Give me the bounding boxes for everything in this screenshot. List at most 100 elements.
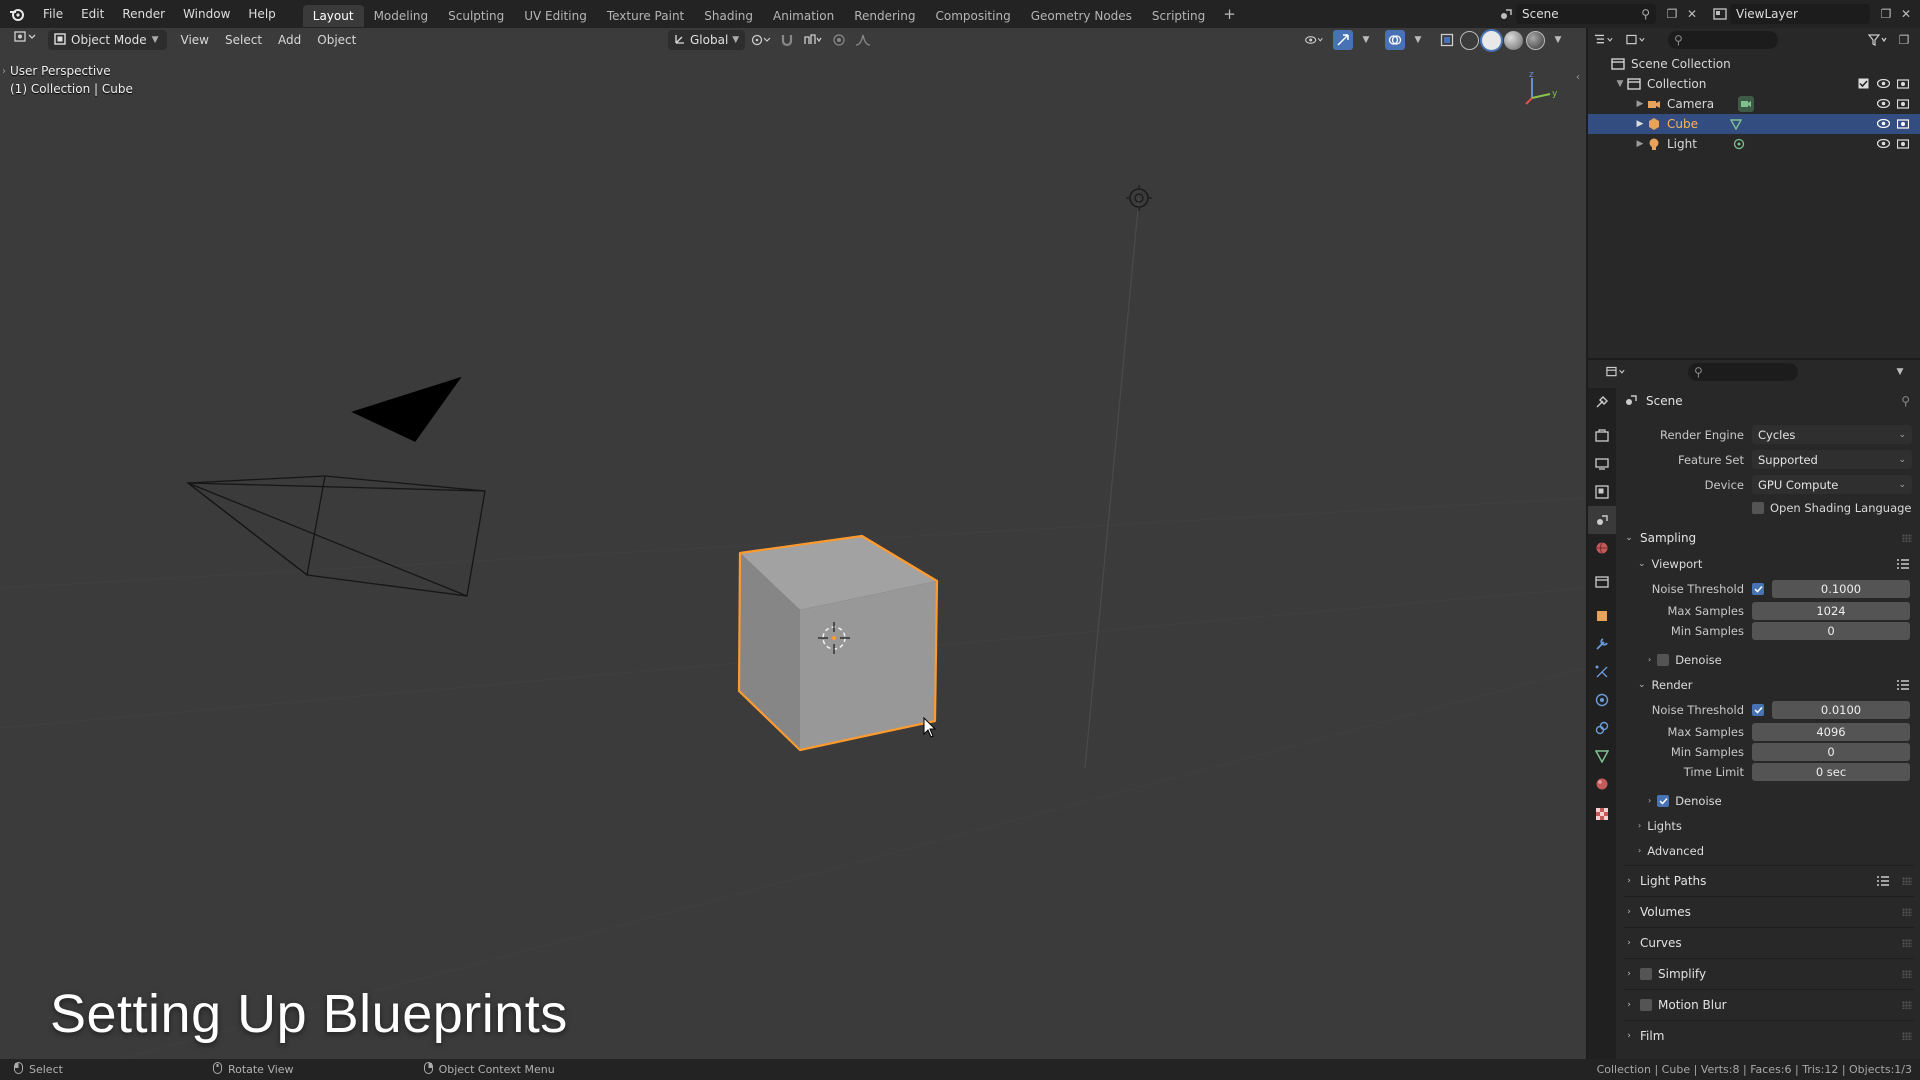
eye-icon[interactable]	[1876, 76, 1890, 90]
pin-icon[interactable]: ⚲	[1901, 394, 1910, 408]
lights-subsection-header[interactable]: › Lights	[1624, 813, 1914, 838]
render-engine-dropdown[interactable]: Cycles ⌄	[1752, 425, 1912, 444]
menu-view[interactable]: View	[173, 30, 217, 50]
time-limit-field[interactable]: 0 sec	[1752, 763, 1910, 781]
constraints-tab-icon[interactable]	[1588, 714, 1616, 742]
simplify-section-header[interactable]: › Simplify	[1624, 961, 1914, 987]
film-section-header[interactable]: › Film	[1624, 1023, 1914, 1049]
tab-shading[interactable]: Shading	[694, 5, 763, 27]
gizmo-toggle-icon[interactable]	[1333, 30, 1353, 50]
outliner-row-collection[interactable]: ▼ Collection	[1588, 74, 1920, 94]
3d-viewport[interactable]: Object Mode ▼ View Select Add Object Glo…	[0, 28, 1586, 1059]
display-mode-icon[interactable]	[1626, 30, 1646, 50]
new-collection-icon[interactable]: ❐	[1894, 30, 1914, 50]
tab-scripting[interactable]: Scripting	[1142, 5, 1215, 27]
tab-geometry-nodes[interactable]: Geometry Nodes	[1021, 5, 1142, 27]
world-tab-icon[interactable]	[1588, 534, 1616, 562]
drag-handle-icon[interactable]	[1902, 939, 1912, 947]
render-min-samples-field[interactable]: 0	[1752, 743, 1910, 761]
drag-handle-icon[interactable]	[1902, 970, 1912, 978]
osl-checkbox[interactable]	[1752, 502, 1764, 514]
motion-blur-section-header[interactable]: › Motion Blur	[1624, 992, 1914, 1018]
viewport-noise-threshold-field[interactable]: 0.1000	[1772, 579, 1910, 598]
sidebar-toggle-icon[interactable]: ‹	[1576, 72, 1580, 83]
xray-toggle-icon[interactable]	[1437, 30, 1457, 50]
expand-triangle-icon[interactable]: ▶	[1634, 99, 1646, 109]
render-noise-threshold-checkbox[interactable]	[1752, 703, 1764, 716]
drag-handle-icon[interactable]	[1902, 908, 1912, 916]
viewport-denoise-checkbox[interactable]	[1657, 653, 1670, 666]
camera-data-icon[interactable]	[1738, 96, 1755, 112]
object-mode-dropdown[interactable]: Object Mode ▼	[48, 30, 167, 50]
object-tab-icon[interactable]	[1588, 602, 1616, 630]
visibility-selectability-icon[interactable]	[1304, 30, 1324, 50]
tab-texture-paint[interactable]: Texture Paint	[597, 5, 694, 27]
light-data-icon[interactable]	[1731, 136, 1747, 152]
viewport-min-samples-field[interactable]: 0	[1752, 622, 1910, 640]
scene-selector[interactable]: Scene ⚲	[1516, 4, 1656, 24]
overlays-toggle-icon[interactable]	[1385, 30, 1405, 50]
proportional-editing-icon[interactable]	[829, 30, 849, 50]
render-subsection-header[interactable]: ⌄ Render	[1624, 672, 1914, 697]
viewport-max-samples-field[interactable]: 1024	[1752, 602, 1910, 620]
chevron-down-icon[interactable]: ▼	[1548, 30, 1568, 50]
properties-editor-type-icon[interactable]	[1606, 362, 1626, 382]
viewport-noise-threshold-checkbox[interactable]	[1752, 582, 1764, 595]
scene-tab-icon[interactable]	[1588, 506, 1616, 534]
filter-icon[interactable]	[1868, 30, 1888, 50]
eye-icon[interactable]	[1876, 116, 1890, 130]
viewport-subsection-header[interactable]: ⌄ Viewport	[1624, 551, 1914, 576]
curves-section-header[interactable]: › Curves	[1624, 930, 1914, 956]
menu-edit[interactable]: Edit	[72, 0, 113, 28]
sampling-section-header[interactable]: ⌄ Sampling	[1624, 525, 1914, 551]
snap-target-icon[interactable]	[803, 30, 823, 50]
expand-triangle-icon[interactable]: ▶	[1634, 119, 1646, 129]
drag-handle-icon[interactable]	[1902, 1032, 1912, 1040]
drag-handle-icon[interactable]	[1902, 1001, 1912, 1009]
chevron-down-icon[interactable]: ▼	[1356, 30, 1376, 50]
menu-object[interactable]: Object	[309, 30, 364, 50]
outliner-editor-type-icon[interactable]	[1594, 30, 1614, 50]
collection-tab-icon[interactable]	[1588, 568, 1616, 596]
scene-icon[interactable]	[1496, 4, 1516, 24]
render-camera-icon[interactable]	[1896, 136, 1910, 150]
close-scene-icon[interactable]: ✕	[1682, 4, 1702, 24]
presets-list-icon[interactable]	[1896, 558, 1910, 573]
render-camera-icon[interactable]	[1896, 96, 1910, 110]
tab-uv-editing[interactable]: UV Editing	[514, 5, 597, 27]
tab-compositing[interactable]: Compositing	[925, 5, 1020, 27]
properties-search-input[interactable]: ⚲	[1688, 363, 1798, 381]
render-max-samples-field[interactable]: 4096	[1752, 723, 1910, 741]
tab-layout[interactable]: Layout	[302, 5, 364, 27]
drag-handle-icon[interactable]	[1902, 534, 1912, 542]
volumes-section-header[interactable]: › Volumes	[1624, 899, 1914, 925]
menu-add[interactable]: Add	[270, 30, 309, 50]
texture-tab-icon[interactable]	[1588, 800, 1616, 828]
outliner-row-light[interactable]: ▶ Light	[1588, 134, 1920, 154]
tool-tab-icon[interactable]	[1588, 388, 1616, 416]
tab-sculpting[interactable]: Sculpting	[438, 5, 514, 27]
simplify-checkbox[interactable]	[1640, 968, 1652, 980]
motion-blur-checkbox[interactable]	[1640, 999, 1652, 1011]
eye-icon[interactable]	[1876, 96, 1890, 110]
chevron-down-icon[interactable]: ▼	[1890, 362, 1910, 382]
modifier-tab-icon[interactable]	[1588, 630, 1616, 658]
feature-set-dropdown[interactable]: Supported ⌄	[1752, 450, 1912, 469]
new-scene-icon[interactable]: ❐	[1662, 4, 1682, 24]
falloff-curve-icon[interactable]	[855, 30, 875, 50]
render-noise-threshold-field[interactable]: 0.0100	[1772, 700, 1910, 719]
checkbox-icon[interactable]	[1856, 76, 1870, 90]
advanced-subsection-header[interactable]: › Advanced	[1624, 838, 1914, 863]
outliner-search-input[interactable]: ⚲	[1668, 31, 1778, 49]
menu-select[interactable]: Select	[217, 30, 270, 50]
render-denoise-checkbox[interactable]	[1657, 794, 1670, 807]
presets-list-icon[interactable]	[1876, 875, 1890, 890]
light-paths-section-header[interactable]: › Light Paths	[1624, 868, 1914, 894]
pivot-point-icon[interactable]	[751, 30, 771, 50]
device-dropdown[interactable]: GPU Compute ⌄	[1752, 475, 1912, 494]
tab-modeling[interactable]: Modeling	[364, 5, 439, 27]
add-workspace-button[interactable]: +	[1215, 5, 1244, 23]
eye-icon[interactable]	[1876, 136, 1890, 150]
render-camera-icon[interactable]	[1896, 76, 1910, 90]
drag-handle-icon[interactable]	[1902, 877, 1912, 885]
